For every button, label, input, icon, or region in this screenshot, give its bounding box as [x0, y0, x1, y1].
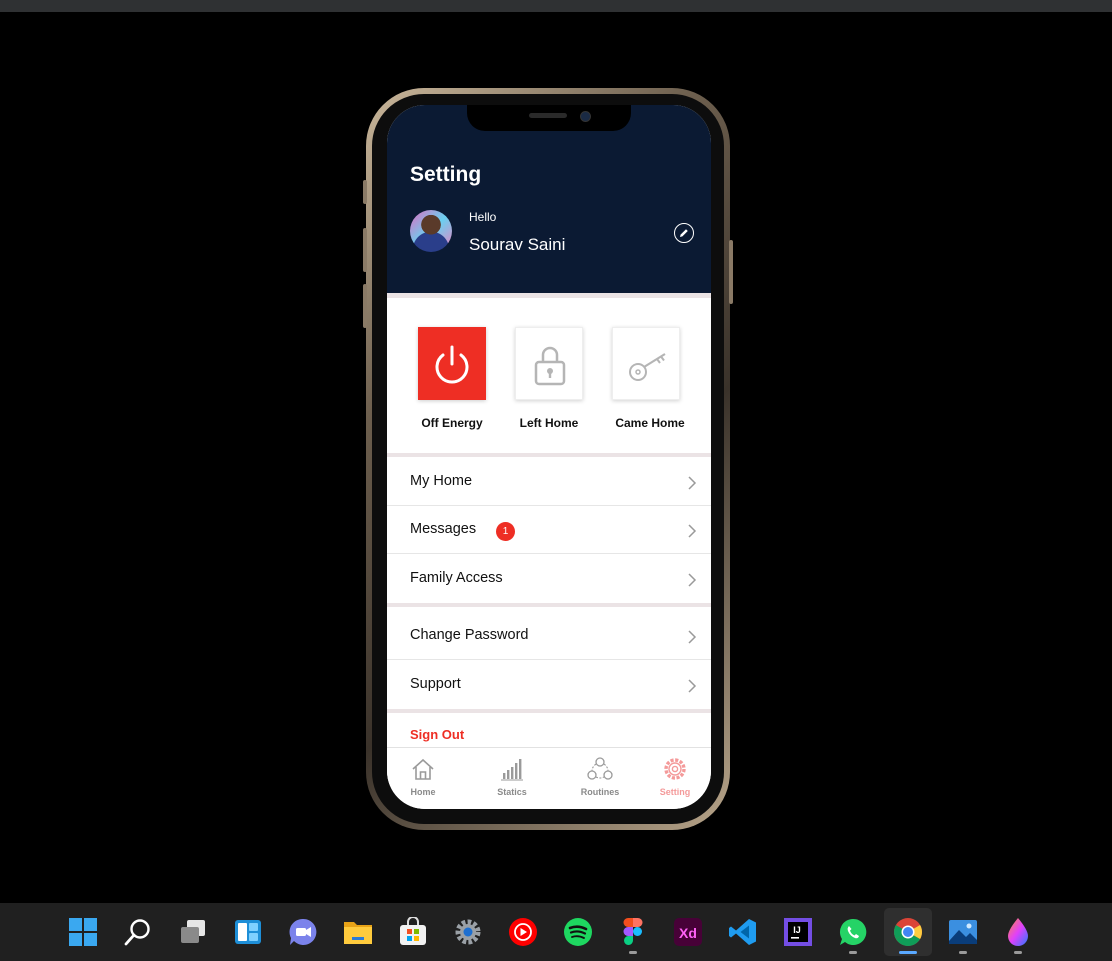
- front-camera-icon: [580, 111, 591, 122]
- edit-profile-button[interactable]: [674, 223, 694, 243]
- bar-chart-icon: [501, 759, 523, 781]
- taskbar-teams-chat-button[interactable]: [279, 908, 327, 956]
- taskbar-settings-button[interactable]: [444, 908, 492, 956]
- file-explorer-icon: [344, 922, 372, 944]
- window-top-strip: [0, 0, 1112, 12]
- tab-routines[interactable]: Routines: [570, 748, 630, 809]
- chevron-right-icon: [688, 630, 697, 644]
- taskbar-spotify-button[interactable]: [554, 908, 602, 956]
- tab-setting[interactable]: Setting: [645, 748, 705, 809]
- phone-notch: [467, 105, 631, 131]
- divider: [387, 603, 711, 607]
- tab-statics[interactable]: Statics: [482, 748, 542, 809]
- taskbar-chrome-button[interactable]: [884, 908, 932, 956]
- taskbar-youtube-music-button[interactable]: [499, 908, 547, 956]
- menu-item-label: Messages: [410, 521, 477, 537]
- menu-item-label: Family Access: [410, 570, 503, 586]
- taskbar-task-view-button[interactable]: [169, 908, 217, 956]
- left-home-label: Left Home: [519, 416, 579, 430]
- menu-item-change-password[interactable]: Change Password: [387, 612, 711, 660]
- phone-volume-up: [363, 228, 367, 272]
- vscode-icon: [729, 919, 756, 945]
- bottom-tab-bar: Home Statics Routines Setting: [387, 747, 711, 809]
- home-icon: [412, 758, 434, 780]
- menu-item-label: My Home: [410, 473, 473, 489]
- divider: [387, 453, 711, 457]
- tab-label: Home: [410, 787, 436, 797]
- whatsapp-icon: [839, 918, 867, 945]
- taskbar-widgets-button[interactable]: [224, 908, 272, 956]
- search-icon: [124, 919, 150, 946]
- sign-out-button[interactable]: Sign Out: [410, 727, 464, 742]
- came-home-label: Came Home: [615, 416, 685, 430]
- svg-text:IJ: IJ: [793, 925, 801, 935]
- came-home-button[interactable]: [612, 327, 680, 400]
- chrome-icon: [894, 918, 922, 946]
- messages-count-badge: 1: [496, 522, 515, 541]
- taskbar-photos-button[interactable]: [939, 908, 987, 956]
- spotify-icon: [564, 918, 592, 946]
- power-icon: [435, 345, 469, 384]
- tab-label: Setting: [659, 787, 691, 797]
- menu-item-family-access[interactable]: Family Access: [387, 555, 711, 603]
- teams-chat-icon: [289, 918, 317, 945]
- svg-text:Xd: Xd: [679, 925, 697, 941]
- chevron-right-icon: [688, 524, 697, 538]
- phone-power-button: [729, 240, 733, 304]
- taskbar-file-explorer-button[interactable]: [334, 908, 382, 956]
- off-energy-label: Off Energy: [421, 416, 483, 430]
- windows-taskbar: Xd IJ: [0, 903, 1112, 961]
- widgets-icon: [235, 920, 261, 944]
- menu-item-label: Change Password: [410, 627, 529, 643]
- left-home-button[interactable]: [515, 327, 583, 400]
- chevron-right-icon: [688, 679, 697, 693]
- pencil-icon: [680, 229, 688, 237]
- gear-icon: [664, 758, 686, 780]
- settings-header: Setting Hello Sourav Saini: [387, 105, 711, 293]
- divider: [387, 709, 711, 713]
- settings-icon: [455, 919, 481, 945]
- divider: [387, 293, 711, 298]
- lock-icon: [534, 346, 566, 386]
- taskbar-vscode-button[interactable]: [719, 908, 767, 956]
- menu-item-my-home[interactable]: My Home: [387, 458, 711, 506]
- taskbar-start-button[interactable]: [59, 908, 107, 956]
- taskbar-store-button[interactable]: [389, 908, 437, 956]
- menu-item-messages[interactable]: Messages 1: [387, 506, 711, 554]
- page-title: Setting: [410, 163, 482, 186]
- adobe-xd-icon: Xd: [674, 918, 702, 946]
- phone-screen: Setting Hello Sourav Saini Off Energy Le…: [387, 105, 711, 809]
- taskbar-paint-button[interactable]: [994, 908, 1042, 956]
- taskbar-whatsapp-button[interactable]: [829, 908, 877, 956]
- tab-home[interactable]: Home: [393, 748, 453, 809]
- tab-label: Statics: [497, 787, 527, 797]
- task-view-icon: [181, 920, 205, 943]
- key-icon: [629, 353, 666, 381]
- chevron-right-icon: [688, 476, 697, 490]
- menu-item-label: Support: [410, 676, 461, 692]
- phone-silent-switch: [363, 180, 367, 204]
- intellij-icon: IJ: [784, 918, 812, 946]
- off-energy-button[interactable]: [418, 327, 486, 400]
- chevron-right-icon: [688, 573, 697, 587]
- figma-icon: [623, 918, 643, 945]
- youtube-music-icon: [509, 918, 537, 946]
- profile-greeting: Hello: [469, 210, 497, 224]
- phone-volume-down: [363, 284, 367, 328]
- taskbar-adobe-xd-button[interactable]: Xd: [664, 908, 712, 956]
- windows-start-icon: [69, 918, 97, 946]
- microsoft-store-icon: [400, 917, 426, 945]
- routines-icon: [587, 757, 613, 780]
- menu-item-support[interactable]: Support: [387, 661, 711, 709]
- tab-label: Routines: [580, 787, 620, 797]
- profile-name: Sourav Saini: [469, 235, 566, 254]
- photos-icon: [949, 920, 977, 944]
- paint-icon: [1008, 918, 1028, 946]
- taskbar-intellij-button[interactable]: IJ: [774, 908, 822, 956]
- taskbar-figma-button[interactable]: [609, 908, 657, 956]
- avatar[interactable]: [410, 210, 452, 252]
- taskbar-search-button[interactable]: [114, 908, 162, 956]
